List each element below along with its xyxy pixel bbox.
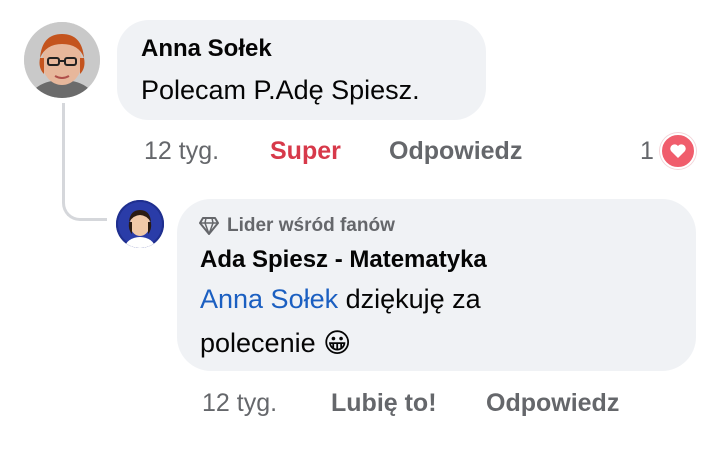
grinning-emoji-icon: 😀 [323, 328, 352, 358]
reply-text-line-1: Anna Sołek dziękuję za [200, 277, 481, 321]
reply-text: dziękuję za [338, 284, 481, 314]
thread-connector-line [62, 103, 107, 221]
reply-button[interactable]: Odpowiedz [389, 137, 522, 166]
like-button[interactable]: Lubię to! [331, 389, 437, 418]
reply-text-line-2: polecenie 😀 [200, 321, 351, 365]
reaction-count: 1 [640, 136, 654, 165]
reply-timestamp[interactable]: 12 tyg. [202, 389, 277, 418]
fan-badge[interactable]: Lider wśród fanów [199, 215, 395, 237]
avatar[interactable] [116, 200, 164, 248]
comment-timestamp[interactable]: 12 tyg. [144, 137, 219, 166]
reply-text: polecenie [200, 328, 324, 358]
profile-photo-icon [116, 200, 164, 248]
reaction-summary[interactable]: 1 [640, 133, 696, 169]
reply-author[interactable]: Ada Spiesz - Matematyka [200, 246, 487, 274]
heart-icon [659, 133, 696, 169]
profile-photo-icon [24, 22, 100, 98]
reply-button[interactable]: Odpowiedz [486, 389, 619, 418]
mention-link[interactable]: Anna Sołek [200, 284, 338, 314]
fan-badge-label: Lider wśród fanów [227, 215, 395, 236]
avatar[interactable] [24, 22, 100, 98]
comment-text: Polecam P.Adę Spiesz. [141, 75, 420, 105]
reaction-button[interactable]: Super [270, 137, 341, 166]
diamond-icon [199, 217, 219, 235]
comment-author[interactable]: Anna Sołek [141, 35, 272, 63]
